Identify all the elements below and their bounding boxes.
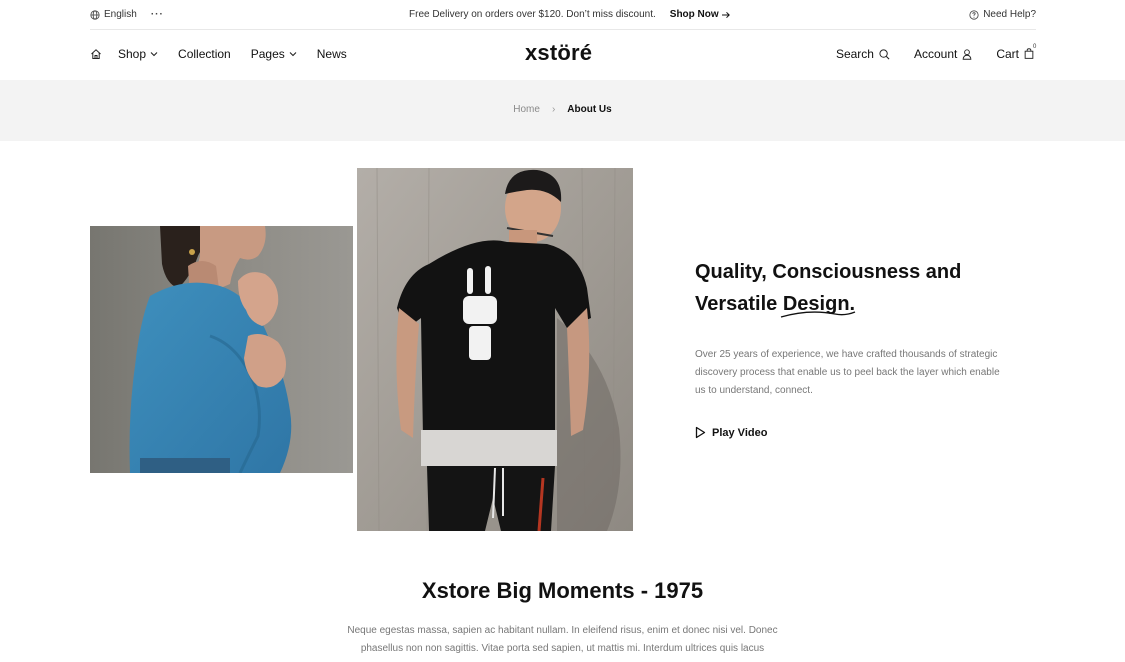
help-circle-icon (969, 9, 979, 20)
home-icon[interactable] (90, 48, 102, 60)
need-help-link[interactable]: Need Help? (969, 9, 1036, 20)
shop-now-link[interactable]: Shop Now (670, 9, 731, 20)
moments-text: Neque egestas massa, sapien ac habitant … (347, 625, 778, 654)
account-button[interactable]: Account (914, 47, 972, 61)
promo-banner: Free Delivery on orders over $120. Don’t… (409, 9, 731, 20)
user-icon (962, 48, 972, 60)
cart-label: Cart (996, 47, 1019, 61)
shop-now-label: Shop Now (669, 9, 719, 20)
chevron-down-icon (289, 52, 297, 57)
breadcrumb-home-link[interactable]: Home (513, 104, 540, 115)
main-nav: Shop Collection Pages News (90, 47, 367, 61)
chevron-down-icon (150, 52, 158, 57)
cart-button[interactable]: Cart 0 (996, 44, 1036, 61)
search-icon (879, 48, 890, 59)
language-selector[interactable]: English ··· (90, 9, 164, 20)
site-logo[interactable]: xstöré (525, 40, 592, 66)
main-header: Shop Collection Pages News xstöré Search… (90, 30, 1036, 80)
globe-icon (90, 9, 100, 20)
need-help-label: Need Help? (983, 9, 1036, 20)
headline-line-1: Quality, Consciousness and (695, 261, 962, 283)
search-label: Search (835, 47, 874, 61)
play-video-button[interactable]: Play Video (695, 426, 767, 439)
account-label: Account (913, 47, 958, 61)
man-photo-illustration (357, 168, 633, 531)
search-button[interactable]: Search (836, 47, 890, 61)
cart-icon-wrap: 0 (1024, 44, 1036, 60)
headline-versatile: Versatile (695, 293, 778, 315)
breadcrumb: Home › About Us (0, 104, 1125, 115)
nav-item-news[interactable]: News (317, 47, 347, 61)
play-icon (695, 426, 706, 439)
underline-swash-icon (780, 311, 856, 318)
woman-photo (90, 226, 353, 473)
breadcrumb-separator: › (551, 104, 556, 115)
nav-item-shop[interactable]: Shop (118, 47, 158, 61)
nav-pages-label: Pages (250, 47, 285, 61)
top-bar: English ··· Free Delivery on orders over… (90, 0, 1036, 30)
about-description: Over 25 years of experience, we have cra… (695, 349, 1000, 396)
man-photo (357, 168, 633, 531)
more-options-button[interactable]: ··· (151, 9, 164, 20)
nav-item-collection[interactable]: Collection (178, 47, 231, 61)
woman-photo-illustration (90, 226, 353, 473)
headline-line-2: Versatile Design. (695, 288, 1005, 320)
language-label: English (104, 9, 137, 20)
nav-collection-label: Collection (178, 47, 231, 61)
promo-text: Free Delivery on orders over $120. Don’t… (409, 9, 656, 20)
play-video-label: Play Video (712, 426, 768, 439)
arrow-right-icon (721, 11, 730, 18)
headline-design-word: Design (780, 293, 856, 318)
nav-news-label: News (316, 47, 347, 61)
header-actions: Search Account Cart 0 (812, 44, 1036, 61)
nav-item-pages[interactable]: Pages (251, 47, 297, 61)
breadcrumb-band: Home › About Us (0, 80, 1125, 141)
nav-shop-label: Shop (118, 47, 147, 61)
about-headline: Quality, Consciousness and Versatile Des… (695, 256, 1005, 320)
moments-title: Xstore Big Moments - 1975 (421, 578, 704, 603)
cart-count-badge: 0 (1033, 44, 1037, 50)
breadcrumb-current: About Us (567, 104, 612, 115)
